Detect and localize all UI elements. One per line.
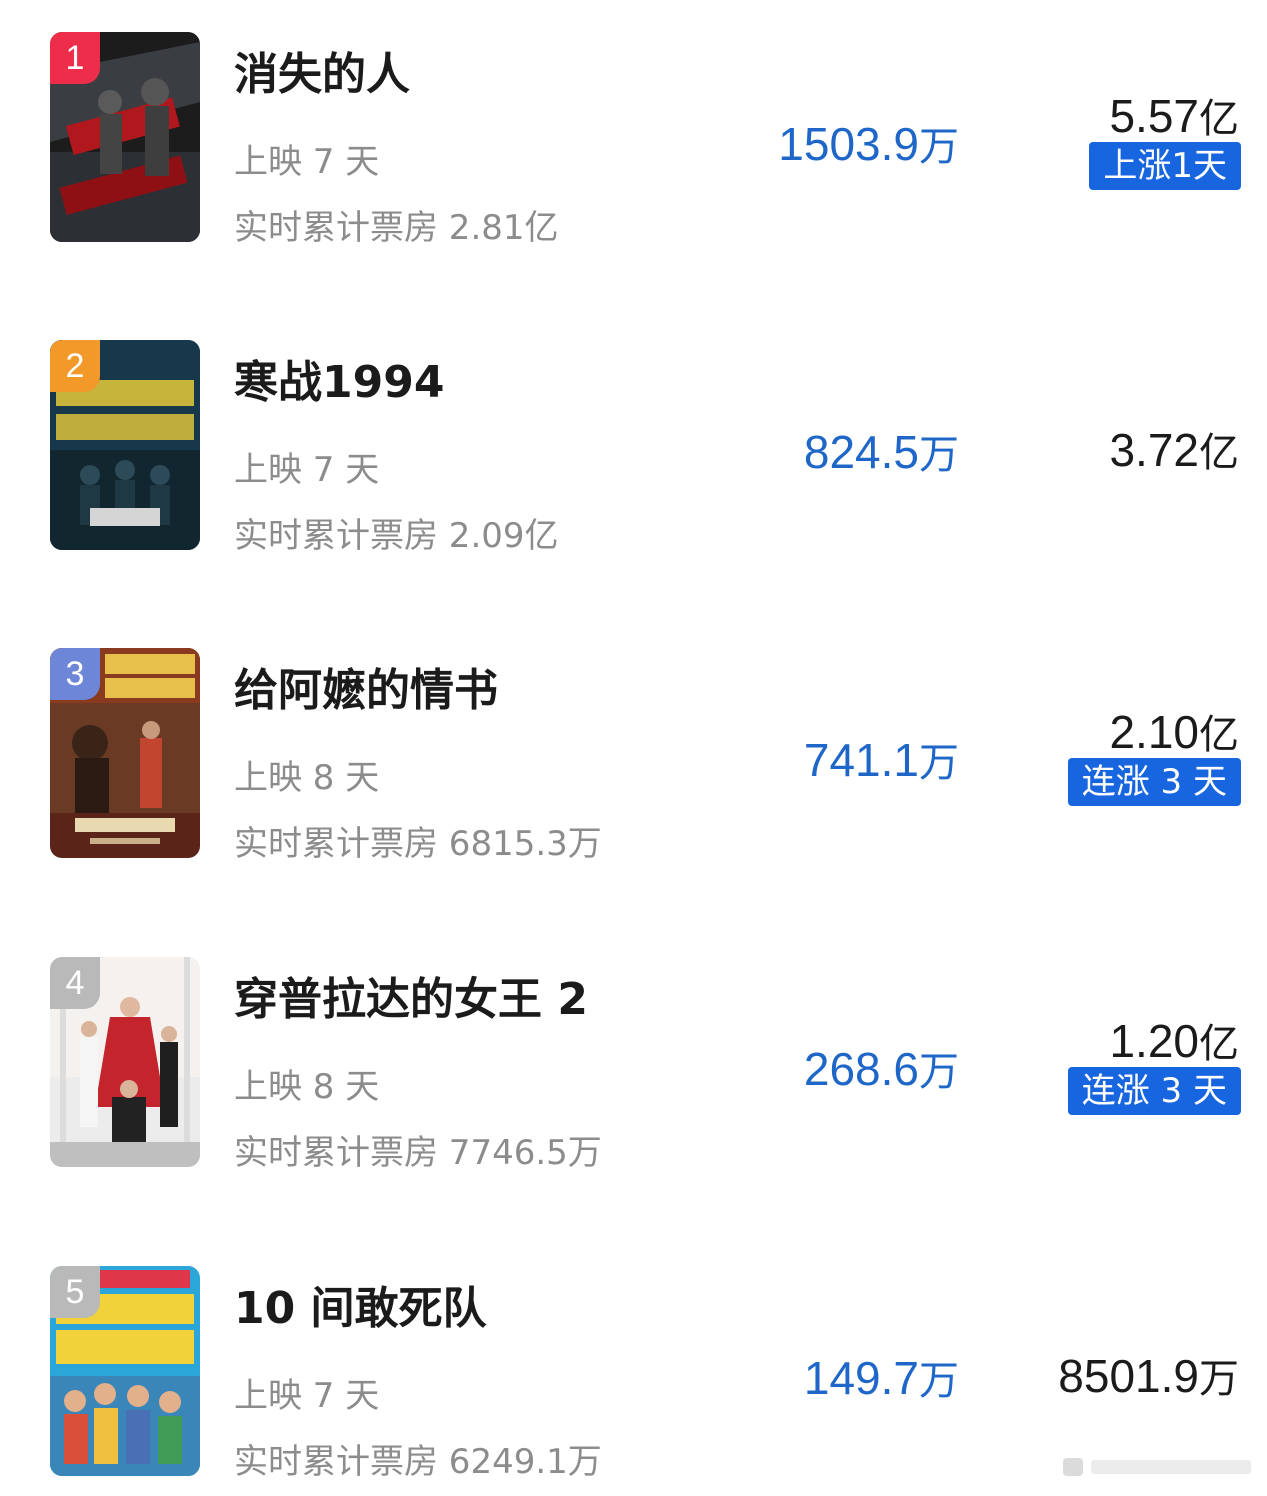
rank-badge: 2 bbox=[50, 340, 100, 392]
today-box-office: 741.1万 bbox=[804, 730, 959, 788]
today-box-office: 1503.9万 bbox=[778, 114, 959, 172]
forecast-box-office: 8501.9万 bbox=[1058, 1346, 1239, 1404]
movie-title[interactable]: 消失的人 bbox=[234, 38, 410, 102]
forecast-value: 8501.9 bbox=[1058, 1350, 1199, 1402]
cumulative-box-office: 实时累计票房 2.81亿 bbox=[234, 208, 559, 248]
release-days: 上映 7 天 bbox=[234, 450, 380, 490]
forecast-unit: 万 bbox=[1199, 1356, 1239, 1402]
release-days: 上映 7 天 bbox=[234, 142, 380, 182]
movie-row[interactable]: 1 消失的人 上映 7 天 实时累计票房 2.81亿 1503.9万 5.57亿… bbox=[0, 32, 1267, 262]
release-days: 上映 8 天 bbox=[234, 1067, 380, 1107]
forecast-box-office: 1.20亿 bbox=[1109, 1011, 1239, 1069]
forecast-value: 3.72 bbox=[1109, 424, 1199, 476]
movie-row[interactable]: 2 寒战1994 上映 7 天 实时累计票房 2.09亿 824.5万 3.72… bbox=[0, 340, 1267, 570]
forecast-value: 1.20 bbox=[1109, 1015, 1199, 1067]
trend-tag: 上涨1天 bbox=[1089, 142, 1241, 190]
today-unit: 万 bbox=[919, 124, 959, 170]
today-box-office: 824.5万 bbox=[804, 422, 959, 480]
movie-poster[interactable]: 2 bbox=[50, 340, 200, 550]
movie-title[interactable]: 穿普拉达的女王 2 bbox=[234, 963, 588, 1027]
forecast-value: 5.57 bbox=[1109, 90, 1199, 142]
forecast-box-office: 3.72亿 bbox=[1109, 420, 1239, 478]
forecast-unit: 亿 bbox=[1199, 96, 1239, 142]
today-value: 149.7 bbox=[803, 1352, 919, 1404]
rank-badge: 1 bbox=[50, 32, 100, 84]
trend-tag: 连涨 3 天 bbox=[1067, 758, 1241, 806]
forecast-unit: 亿 bbox=[1199, 1021, 1239, 1067]
movie-poster[interactable]: 4 bbox=[50, 957, 200, 1167]
movie-title[interactable]: 给阿嬷的情书 bbox=[234, 654, 498, 718]
watermark bbox=[1063, 1456, 1253, 1478]
forecast-box-office: 5.57亿 bbox=[1109, 86, 1239, 144]
today-unit: 万 bbox=[919, 432, 959, 478]
movie-row[interactable]: 3 给阿嬷的情书 上映 8 天 实时累计票房 6815.3万 741.1万 2.… bbox=[0, 648, 1267, 878]
forecast-value: 2.10 bbox=[1109, 706, 1199, 758]
today-unit: 万 bbox=[919, 1358, 959, 1404]
trend-tag: 连涨 3 天 bbox=[1067, 1067, 1241, 1115]
forecast-box-office: 2.10亿 bbox=[1109, 702, 1239, 760]
release-days: 上映 7 天 bbox=[234, 1376, 380, 1416]
forecast-unit: 亿 bbox=[1199, 712, 1239, 758]
cumulative-box-office: 实时累计票房 7746.5万 bbox=[234, 1133, 602, 1173]
release-days: 上映 8 天 bbox=[234, 758, 380, 798]
movie-poster[interactable]: 1 bbox=[50, 32, 200, 242]
rank-badge: 3 bbox=[50, 648, 100, 700]
cumulative-box-office: 实时累计票房 2.09亿 bbox=[234, 516, 559, 556]
movie-title[interactable]: 10 间敢死队 bbox=[234, 1272, 487, 1336]
cumulative-box-office: 实时累计票房 6815.3万 bbox=[234, 824, 602, 864]
movie-row[interactable]: 4 穿普拉达的女王 2 上映 8 天 实时累计票房 7746.5万 268.6万… bbox=[0, 957, 1267, 1187]
rank-badge: 5 bbox=[50, 1266, 100, 1318]
today-unit: 万 bbox=[919, 740, 959, 786]
today-value: 268.6 bbox=[803, 1043, 919, 1095]
movie-title[interactable]: 寒战1994 bbox=[234, 346, 444, 410]
today-value: 741.1 bbox=[803, 734, 919, 786]
forecast-unit: 亿 bbox=[1199, 430, 1239, 476]
cumulative-box-office: 实时累计票房 6249.1万 bbox=[234, 1442, 602, 1482]
today-unit: 万 bbox=[919, 1049, 959, 1095]
today-value: 824.5 bbox=[803, 426, 919, 478]
rank-badge: 4 bbox=[50, 957, 100, 1009]
movie-poster[interactable]: 5 bbox=[50, 1266, 200, 1476]
today-box-office: 268.6万 bbox=[804, 1039, 959, 1097]
today-value: 1503.9 bbox=[778, 118, 919, 170]
today-box-office: 149.7万 bbox=[804, 1348, 959, 1406]
movie-poster[interactable]: 3 bbox=[50, 648, 200, 858]
